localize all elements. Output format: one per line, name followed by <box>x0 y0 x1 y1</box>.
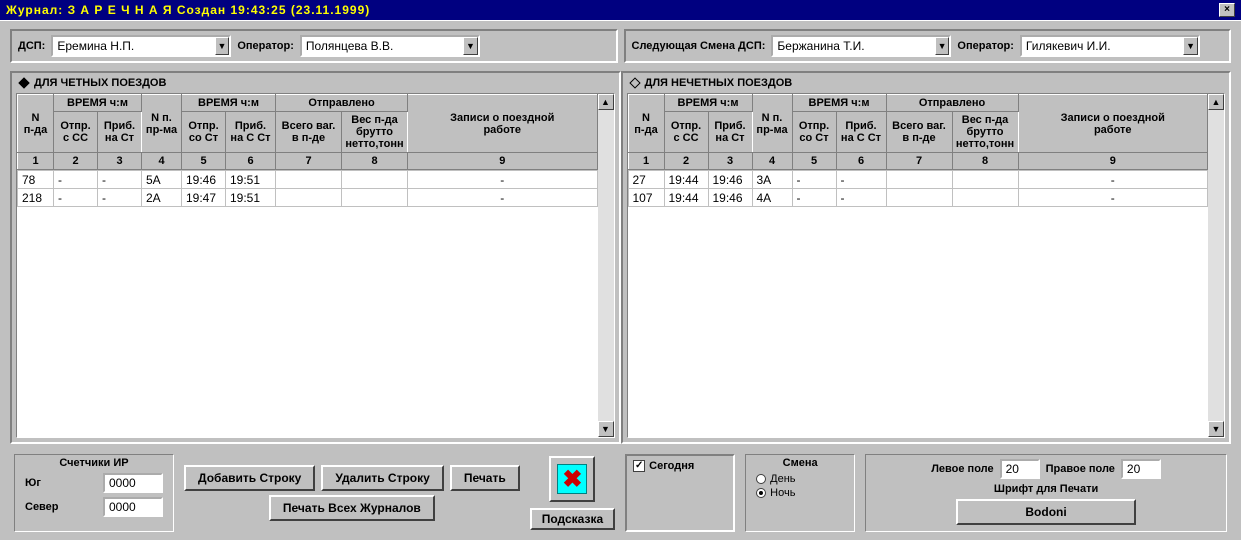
shift-title: Смена <box>756 457 844 469</box>
table-row[interactable]: 218--2А19:4719:51- <box>18 189 598 207</box>
chevron-down-icon[interactable]: ▼ <box>215 37 230 55</box>
chevron-down-icon[interactable]: ▼ <box>463 37 478 55</box>
even-column: ДЛЯ ЧЕТНЫХ ПОЕЗДОВ N п-да ВРЕМЯ ч:м N п.… <box>10 71 621 444</box>
window-title: Журнал: З А Р Е Ч Н А Я Создан 19:43:25 … <box>6 3 370 17</box>
hdr-vsego: Всего ваг. в п-де <box>276 112 342 153</box>
right-margin-label: Правое поле <box>1046 463 1115 475</box>
today-checkbox[interactable]: ✓ Сегодня <box>633 460 694 472</box>
right-margin-value[interactable]: 20 <box>1121 459 1161 479</box>
yug-label: Юг <box>25 477 41 489</box>
next-dsp-combo[interactable]: ▼ <box>771 35 951 57</box>
bottom-bar: Счетчики ИР Юг 0000 Север 0000 Добавить … <box>0 448 1241 540</box>
main-area: ДЛЯ ЧЕТНЫХ ПОЕЗДОВ N п-да ВРЕМЯ ч:м N п.… <box>0 71 1241 448</box>
odd-scrollbar[interactable]: ▲ ▼ <box>1208 94 1224 437</box>
left-margin-value[interactable]: 20 <box>1000 459 1040 479</box>
hdr-prib-st: Приб. на Ст <box>98 112 142 153</box>
even-scrollbar[interactable]: ▲ ▼ <box>598 94 614 437</box>
chevron-down-icon[interactable]: ▼ <box>935 37 950 55</box>
diamond-empty-icon <box>629 77 640 88</box>
close-icon[interactable]: × <box>1219 3 1235 17</box>
table-row[interactable]: 78--5А19:4619:51- <box>18 171 598 189</box>
table-row[interactable]: 10719:4419:464А--- <box>628 189 1208 207</box>
operator-label: Оператор: <box>237 40 294 52</box>
hdr-otpr-st: Отпр. со Ст <box>182 112 226 153</box>
chevron-down-icon[interactable]: ▼ <box>1183 37 1198 55</box>
cancel-button[interactable]: ✖ <box>549 456 595 502</box>
hdr-prib-cst: Приб. на С Ст <box>226 112 276 153</box>
print-all-button[interactable]: Печать Всех Журналов <box>269 495 435 521</box>
next-dsp-input[interactable] <box>773 37 934 55</box>
counters-group: Счетчики ИР Юг 0000 Север 0000 <box>14 454 174 532</box>
operator-combo[interactable]: ▼ <box>300 35 480 57</box>
scroll-down-icon[interactable]: ▼ <box>598 421 614 437</box>
dsp-input[interactable] <box>53 37 214 55</box>
table-row[interactable]: 2719:4419:463А--- <box>628 171 1208 189</box>
delete-row-button[interactable]: Удалить Строку <box>321 465 443 491</box>
odd-grid[interactable]: N п-да ВРЕМЯ ч:м N п. пр-ма ВРЕМЯ ч:м От… <box>628 94 1209 437</box>
scroll-down-icon[interactable]: ▼ <box>1208 421 1224 437</box>
hint-button[interactable]: Подсказка <box>530 508 615 530</box>
font-button[interactable]: Bodoni <box>956 499 1136 525</box>
operator2-combo[interactable]: ▼ <box>1020 35 1200 57</box>
hdr-nprma: N п. пр-ма <box>142 95 182 153</box>
font-label: Шрифт для Печати <box>876 483 1216 495</box>
dsp-combo[interactable]: ▼ <box>51 35 231 57</box>
sever-label: Север <box>25 501 59 513</box>
left-margin-label: Левое поле <box>931 463 993 475</box>
even-grid[interactable]: N п-да ВРЕМЯ ч:м N п. пр-ма ВРЕМЯ ч:м От… <box>17 94 598 437</box>
hdr-time2: ВРЕМЯ ч:м <box>182 95 276 112</box>
hdr-otpr-cc: Отпр. с СС <box>54 112 98 153</box>
even-title: ДЛЯ ЧЕТНЫХ ПОЕЗДОВ <box>34 77 166 89</box>
cross-icon: ✖ <box>557 464 587 494</box>
operator-input[interactable] <box>302 37 463 55</box>
sever-value[interactable]: 0000 <box>103 497 163 517</box>
shift-group: Смена День Ночь <box>745 454 855 532</box>
next-dsp-label: Следующая Смена ДСП: <box>632 40 766 52</box>
hdr-time1: ВРЕМЯ ч:м <box>54 95 142 112</box>
hdr-n: N п-да <box>18 95 54 153</box>
dsp-label: ДСП: <box>18 40 45 52</box>
odd-title: ДЛЯ НЕЧЕТНЫХ ПОЕЗДОВ <box>645 77 793 89</box>
scroll-up-icon[interactable]: ▲ <box>598 94 614 110</box>
hdr-notes: Записи о поездной работе <box>408 95 598 153</box>
yug-value[interactable]: 0000 <box>103 473 163 493</box>
top-toolbar: ДСП: ▼ Оператор: ▼ Следующая Смена ДСП: … <box>0 20 1241 71</box>
hdr-ves: Вес п-да брутто нетто,тонн <box>342 112 408 153</box>
odd-column: ДЛЯ НЕЧЕТНЫХ ПОЕЗДОВ N п-да ВРЕМЯ ч:м N … <box>621 71 1232 444</box>
today-panel: ✓ Сегодня <box>625 454 735 532</box>
diamond-filled-icon <box>18 77 29 88</box>
operator2-label: Оператор: <box>957 40 1014 52</box>
add-row-button[interactable]: Добавить Строку <box>184 465 315 491</box>
hdr-sent: Отправлено <box>276 95 408 112</box>
print-button[interactable]: Печать <box>450 465 520 491</box>
scroll-up-icon[interactable]: ▲ <box>1208 94 1224 110</box>
print-settings-group: Левое поле 20 Правое поле 20 Шрифт для П… <box>865 454 1227 532</box>
day-radio[interactable]: День <box>756 473 844 485</box>
night-radio[interactable]: Ночь <box>756 487 844 499</box>
titlebar: Журнал: З А Р Е Ч Н А Я Создан 19:43:25 … <box>0 0 1241 20</box>
operator2-input[interactable] <box>1022 37 1183 55</box>
counters-title: Счетчики ИР <box>25 457 163 469</box>
